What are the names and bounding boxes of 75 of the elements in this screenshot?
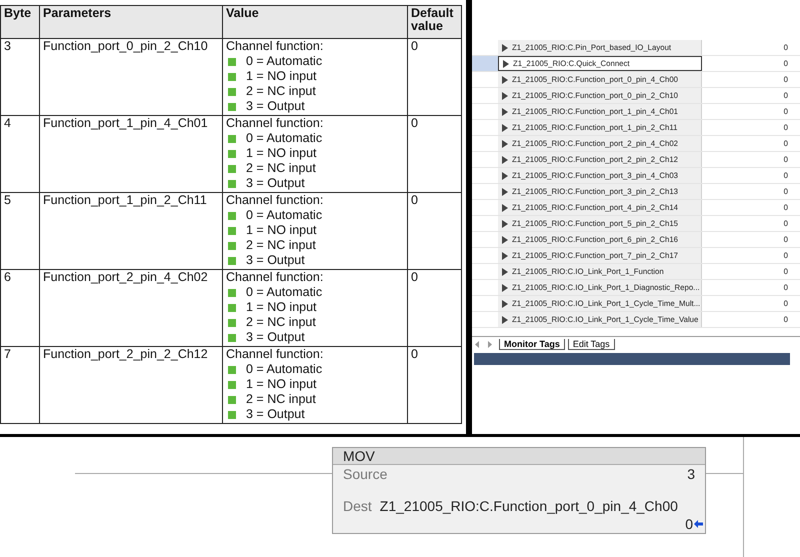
bullet-icon <box>228 396 236 404</box>
value-title: Channel function: <box>226 193 324 208</box>
column-header: Value <box>222 6 408 38</box>
option-text: 2 = NC input <box>246 315 316 330</box>
option-text: 3 = Output <box>246 407 305 422</box>
parameter-cell: Function_port_1_pin_4_Ch01 <box>43 116 208 130</box>
bullet-icon <box>228 288 236 296</box>
default-cell: 0 <box>411 116 418 130</box>
bullet-icon <box>228 242 236 250</box>
bullet-icon <box>228 58 236 66</box>
option-text: 1 = NO input <box>246 146 317 161</box>
bullet-icon <box>228 318 236 326</box>
mov-instruction-block[interactable]: MOV Source 3 Dest Z1_21005_RIO:C.Function_port_0_pin_4_Ch00 0 <box>332 447 706 534</box>
option-text: 3 = Output <box>246 253 305 268</box>
parameter-cell: Function_port_2_pin_2_Ch12 <box>43 347 208 361</box>
column-header: Byte <box>0 6 40 38</box>
bullet-icon <box>228 410 236 418</box>
source-label: Source <box>343 465 388 483</box>
option-text: 2 = NC input <box>246 161 316 176</box>
option-text: 1 = NO input <box>246 69 317 84</box>
bullet-icon <box>228 256 236 264</box>
column-header: Parameters <box>40 6 222 38</box>
bullet-icon <box>228 72 236 80</box>
bullet-icon <box>228 102 236 110</box>
bullet-icon <box>228 226 236 234</box>
rung-wire <box>706 473 743 474</box>
bullet-icon <box>228 212 236 220</box>
value-title: Channel function: <box>226 39 324 54</box>
bullet-icon <box>228 88 236 96</box>
option-text: 0 = Automatic <box>246 54 322 69</box>
option-text: 1 = NO input <box>246 223 317 238</box>
source-value: 3 <box>687 465 695 483</box>
option-text: 2 = NC input <box>246 238 316 253</box>
option-text: 0 = Automatic <box>246 131 322 146</box>
default-cell: 0 <box>411 193 418 207</box>
bullet-icon <box>228 134 236 142</box>
bullet-icon <box>228 380 236 388</box>
byte-cell: 4 <box>4 116 11 130</box>
bullet-icon <box>228 150 236 158</box>
arrow-icon <box>694 520 703 528</box>
column-header: Default value <box>408 6 462 38</box>
sheet-tab[interactable]: Monitor Tags <box>499 338 565 350</box>
option-text: 3 = Output <box>246 99 305 114</box>
option-text: 1 = NO input <box>246 300 317 315</box>
option-text: 3 = Output <box>246 176 305 191</box>
parameter-cell: Function_port_0_pin_2_Ch10 <box>43 39 208 53</box>
option-text: 2 = NC input <box>246 392 316 407</box>
parameter-cell: Function_port_2_pin_4_Ch02 <box>43 270 208 284</box>
default-cell: 0 <box>411 347 418 361</box>
dest-label: Dest <box>343 497 372 515</box>
sheet-tab[interactable]: Edit Tags <box>568 338 615 350</box>
default-cell: 0 <box>411 270 418 284</box>
parameter-cell: Function_port_1_pin_2_Ch11 <box>43 193 207 207</box>
bullet-icon <box>228 164 236 172</box>
dest-value: 0 <box>685 515 693 533</box>
default-cell: 0 <box>411 39 418 53</box>
value-title: Channel function: <box>226 116 324 131</box>
option-text: 3 = Output <box>246 330 305 345</box>
value-title: Channel function: <box>226 347 324 362</box>
byte-cell: 7 <box>4 347 11 361</box>
option-text: 2 = NC input <box>246 84 316 99</box>
instruction-title: MOV <box>333 448 705 465</box>
byte-cell: 5 <box>4 193 11 207</box>
option-text: 0 = Automatic <box>246 208 322 223</box>
option-text: 1 = NO input <box>246 377 317 392</box>
bullet-icon <box>228 180 236 188</box>
byte-cell: 3 <box>4 39 11 53</box>
bullet-icon <box>228 334 236 342</box>
value-title: Channel function: <box>226 270 324 285</box>
option-text: 0 = Automatic <box>246 362 322 377</box>
dest-tag: Z1_21005_RIO:C.Function_port_0_pin_4_Ch00 <box>380 497 678 515</box>
option-text: 0 = Automatic <box>246 285 322 300</box>
byte-cell: 6 <box>4 270 11 284</box>
bullet-icon <box>228 366 236 374</box>
bullet-icon <box>228 304 236 312</box>
